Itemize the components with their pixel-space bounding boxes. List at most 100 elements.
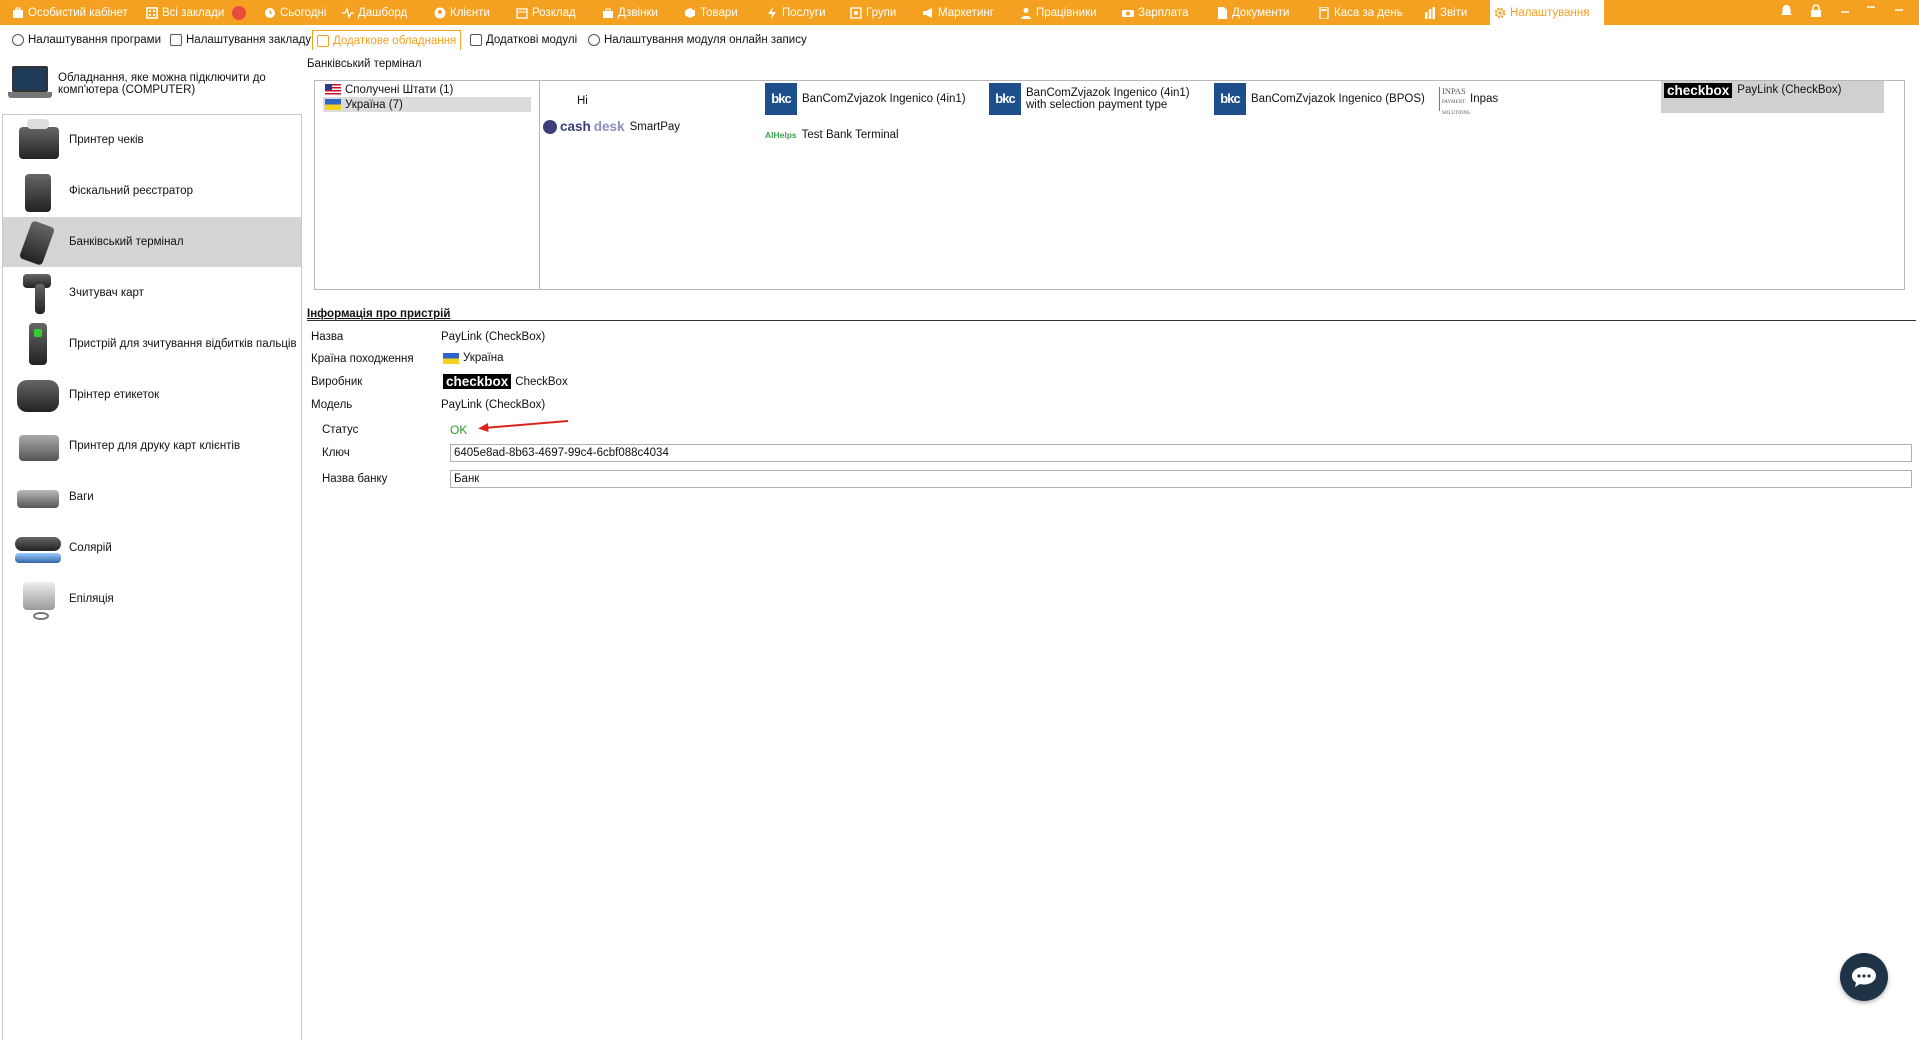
divider — [307, 320, 1916, 321]
manufacturer-value: checkbox CheckBox — [443, 374, 568, 389]
device-tile-paylink-checkbox[interactable]: checkbox PayLink (CheckBox) — [1661, 81, 1884, 113]
device-info-title: Інформація про пристрій — [307, 308, 451, 320]
globe-icon — [588, 34, 600, 46]
equipment-type-list: Принтер чеків Фіскальний реєстратор Банк… — [2, 114, 302, 1040]
key-label: Ключ — [322, 447, 350, 459]
nav-settings[interactable]: Налаштування — [1490, 0, 1604, 25]
nav-cash-per-day[interactable]: Каса за день — [1314, 0, 1407, 25]
printer-icon — [317, 34, 329, 47]
tab-additional-equipment[interactable]: Додаткове обладнання — [312, 30, 462, 50]
modules-icon — [470, 34, 482, 46]
tab-additional-modules[interactable]: Додаткові модулі — [466, 30, 581, 50]
manufacturer-label: Виробник — [311, 376, 363, 388]
sidebar-item-fiscal-registrar[interactable]: Фіскальний реєстратор — [3, 166, 301, 216]
name-value: PayLink (CheckBox) — [441, 331, 546, 343]
calendar-icon — [516, 7, 528, 19]
tab-program-settings[interactable]: Налаштування програми — [8, 30, 165, 50]
document-icon — [1216, 6, 1228, 19]
sidebar-header: Обладнання, яке можна підключити до комп… — [8, 60, 300, 108]
country-item-usa[interactable]: Сполучені Штати (1) — [323, 82, 531, 97]
red-arrow-annotation — [478, 420, 569, 432]
usa-flag-icon — [325, 84, 341, 95]
alhelps-logo: AlHelps — [765, 130, 797, 140]
sidebar-item-card-printer[interactable]: Принтер для друку карт клієнтів — [3, 421, 301, 471]
fiscal-registrar-icon — [15, 168, 61, 214]
receipt-printer-icon — [15, 117, 61, 163]
chat-button[interactable] — [1840, 953, 1888, 1001]
briefcase-icon — [12, 7, 24, 19]
sidebar-item-solarium[interactable]: Солярій — [3, 523, 301, 573]
minimize-button[interactable] — [1840, 4, 1850, 19]
device-tile-bancom-4in1-selection[interactable]: bkc BanComZvjazok Ingenico (4in1) with s… — [989, 83, 1211, 115]
ukraine-flag-icon — [325, 99, 341, 110]
bag-icon — [602, 7, 614, 19]
bkc-logo: bkc — [989, 83, 1021, 115]
nav-all-venues[interactable]: Всі заклади — [142, 0, 250, 25]
country-list: Сполучені Штати (1) Україна (7) — [315, 81, 540, 289]
nav-goods[interactable]: Товари — [680, 0, 742, 25]
bolt-icon — [766, 6, 778, 19]
nav-clients[interactable]: Клієнти — [430, 0, 494, 25]
bank-name-label: Назва банку — [322, 473, 388, 485]
bell-icon[interactable] — [1780, 4, 1793, 21]
nav-schedule[interactable]: Розклад — [512, 0, 580, 25]
tab-venue-settings[interactable]: Налаштування закладу — [166, 30, 315, 50]
solarium-icon — [15, 525, 61, 571]
device-tile-hi[interactable]: Hi — [577, 93, 588, 109]
restore-button[interactable] — [1866, 4, 1876, 19]
gear-icon — [1494, 7, 1506, 19]
bkc-logo: bkc — [1214, 83, 1246, 115]
status-value: OK — [450, 423, 468, 437]
building-icon — [146, 6, 158, 19]
sidebar-item-label-printer[interactable]: Прінтер етикеток — [3, 370, 301, 420]
nav-salary[interactable]: Зарплата — [1118, 0, 1192, 25]
scales-icon — [15, 474, 61, 520]
sidebar-item-fingerprint-reader[interactable]: Пристрій для зчитування відбитків пальці… — [3, 319, 301, 369]
tab-online-booking-settings[interactable]: Налаштування модуля онлайн запису — [584, 30, 811, 50]
device-tile-inpas[interactable]: INPAS PAYMENT SOLUTIONS Inpas — [1439, 86, 1619, 116]
nav-documents[interactable]: Документи — [1212, 0, 1293, 25]
notification-badge — [232, 5, 247, 20]
device-tile-test-bank-terminal[interactable]: AlHelps Test Bank Terminal — [765, 127, 899, 143]
box-icon — [684, 7, 696, 19]
sidebar-item-card-reader[interactable]: Зчитувач карт — [3, 268, 301, 318]
close-window-button[interactable] — [1894, 4, 1904, 19]
calculator-icon — [1318, 5, 1330, 20]
barcode-scanner-icon — [15, 270, 61, 316]
checkbox-logo: checkbox — [443, 374, 512, 389]
nav-today[interactable]: Сьогодні — [260, 0, 330, 25]
top-navigation-bar: Особистий кабінет Всі заклади Сьогодні Д… — [0, 0, 1919, 25]
pulse-icon — [342, 6, 354, 19]
nav-marketing[interactable]: Маркетинг — [918, 0, 998, 25]
label-printer-icon — [15, 372, 61, 418]
device-tile-bancom-bpos[interactable]: bkc BanComZvjazok Ingenico (BPOS) — [1214, 83, 1434, 115]
bank-name-input[interactable] — [450, 470, 1912, 488]
device-tile-smartpay[interactable]: cash desk SmartPay — [543, 117, 680, 137]
lock-icon[interactable] — [1810, 4, 1822, 21]
sidebar-item-bank-terminal[interactable]: Банківський термінал — [3, 217, 301, 267]
sidebar-header-text: Обладнання, яке можна підключити до комп… — [58, 72, 266, 96]
country-value: Україна — [443, 352, 504, 364]
bkc-logo: bkc — [765, 83, 797, 115]
sidebar-item-scales[interactable]: Ваги — [3, 472, 301, 522]
nav-dashboard[interactable]: Дашборд — [338, 0, 411, 25]
nav-reports[interactable]: Звіти — [1420, 0, 1471, 25]
gear-icon — [12, 34, 24, 46]
clock-icon — [264, 7, 276, 19]
bank-terminal-icon — [15, 219, 61, 266]
key-input[interactable] — [450, 444, 1912, 462]
nav-groups[interactable]: Групи — [846, 0, 900, 25]
nav-employees[interactable]: Працівники — [1016, 0, 1101, 25]
sidebar-item-receipt-printer[interactable]: Принтер чеків — [3, 115, 301, 165]
country-item-ukraine[interactable]: Україна (7) — [323, 97, 531, 112]
name-label: Назва — [311, 331, 344, 343]
device-selection-panel: Сполучені Штати (1) Україна (7) Hi bkc B… — [314, 80, 1905, 290]
nav-calls[interactable]: Дзвінки — [598, 0, 662, 25]
sidebar-item-epilation[interactable]: Епіляція — [3, 574, 301, 624]
card-printer-icon — [15, 423, 61, 469]
user-circle-icon — [434, 7, 446, 19]
device-tile-bancom-4in1[interactable]: bkc BanComZvjazok Ingenico (4in1) — [765, 83, 985, 115]
nav-personal-cabinet[interactable]: Особистий кабінет — [8, 0, 132, 25]
nav-services[interactable]: Послуги — [762, 0, 830, 25]
bar-chart-icon — [1424, 6, 1436, 19]
